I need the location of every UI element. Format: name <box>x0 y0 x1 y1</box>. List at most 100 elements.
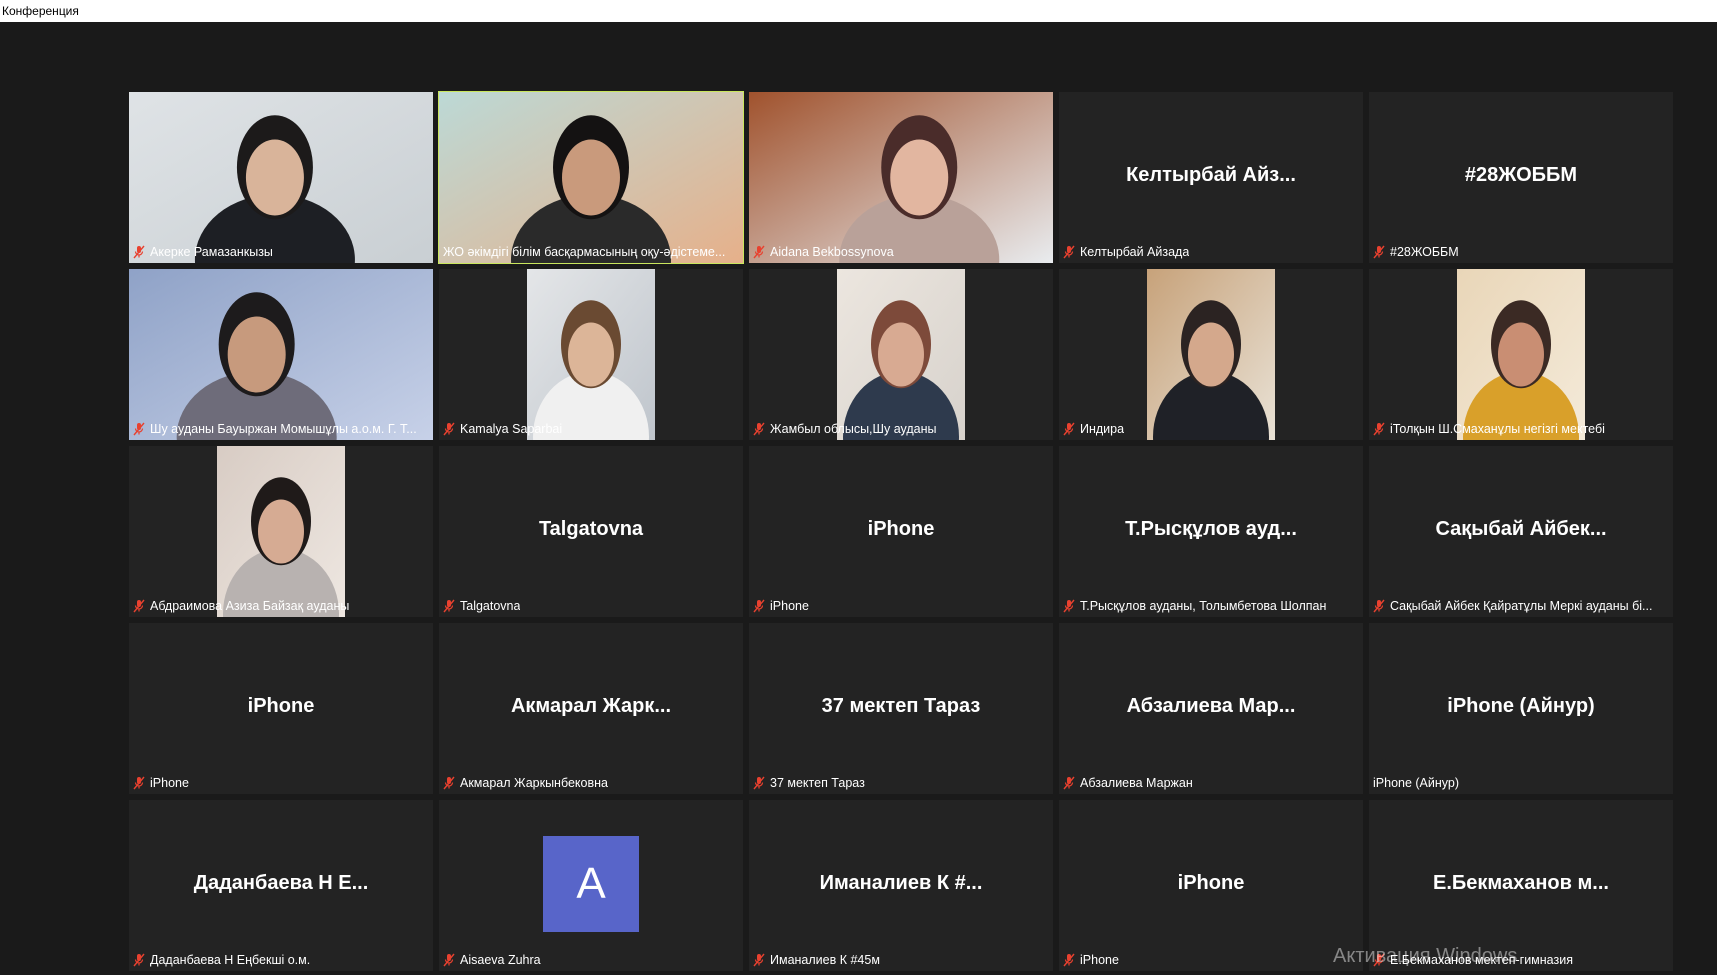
mic-muted-icon <box>133 599 145 613</box>
participant-tile[interactable]: Даданбаева Н Е... Даданбаева Н Еңбекші о.… <box>129 800 433 971</box>
participant-name-text: Шу ауданы Бауыржан Момышұлы а.о.м. Г. Т.… <box>150 422 417 436</box>
participant-name-label: Talgatovna <box>443 597 737 615</box>
participant-tile[interactable]: Келтырбай Айз... Келтырбай Айзада <box>1059 92 1363 263</box>
participant-name-text: Абзалиева Маржан <box>1080 776 1193 790</box>
participant-tile[interactable]: Индира <box>1059 269 1363 440</box>
participant-video <box>1147 269 1275 440</box>
participant-tile[interactable]: Акерке Рамазанкызы <box>129 92 433 263</box>
mic-muted-icon <box>1063 422 1075 436</box>
participant-name-label: ЖО әкімдігі білім басқармасының оқу-әдіс… <box>443 243 737 261</box>
participant-name-text: Даданбаева Н Еңбекші о.м. <box>150 953 311 967</box>
participant-display-name: #28ЖОББМ <box>1464 163 1578 186</box>
participant-tile[interactable]: Aidana Bekbossynova <box>749 92 1053 263</box>
participant-name-label: Абдраимова Азиза Байзақ ауданы <box>133 597 427 615</box>
participant-tile[interactable]: ЖО әкімдігі білім басқармасының оқу-әдіс… <box>438 91 744 264</box>
mic-muted-icon <box>753 599 765 613</box>
video-stage: Акерке Рамазанкызы ЖО әкімдігі білім басқ… <box>0 22 1717 975</box>
participant-name-text: Aidana Bekbossynova <box>770 245 894 259</box>
participant-display-name: Абзалиева Мар... <box>1126 694 1296 717</box>
participant-video <box>217 446 345 617</box>
participant-avatar: A <box>543 836 639 932</box>
mic-muted-icon <box>133 245 145 259</box>
participant-tile[interactable]: Жамбыл облысы,Шу ауданы <box>749 269 1053 440</box>
participant-video <box>527 269 655 440</box>
participant-name-label: Kamalya Saparbai <box>443 420 737 438</box>
mic-muted-icon <box>133 422 145 436</box>
participant-name-label: Жамбыл облысы,Шу ауданы <box>753 420 1047 438</box>
participant-tile[interactable]: Иманалиев К #... Иманалиев К #45м <box>749 800 1053 971</box>
window-title-bar: Конференция <box>0 0 1717 22</box>
participant-name-text: Kamalya Saparbai <box>460 422 563 436</box>
participant-name-label: іТолқын Ш.Смаханұлы негізгі мектебі <box>1373 420 1667 438</box>
participant-tile[interactable]: Т.Рысқұлов ауд... Т.Рысқұлов ауданы, Толы… <box>1059 446 1363 617</box>
participant-name-text: Индира <box>1080 422 1125 436</box>
participant-tile[interactable]: Kamalya Saparbai <box>439 269 743 440</box>
participant-name-label: #28ЖОББМ <box>1373 243 1667 261</box>
participant-name-label: iPhone (Айнур) <box>1373 774 1667 792</box>
mic-muted-icon <box>443 953 455 967</box>
participant-name-text: Сақыбай Айбек Қайратұлы Меркі ауданы бі.… <box>1390 599 1653 613</box>
participant-name-label: Иманалиев К #45м <box>753 951 1047 969</box>
participant-video <box>129 92 433 263</box>
participant-tile[interactable]: #28ЖОББМ #28ЖОББМ <box>1369 92 1673 263</box>
mic-muted-icon <box>1063 953 1075 967</box>
participant-name-text: Жамбыл облысы,Шу ауданы <box>770 422 937 436</box>
participant-name-label: Абзалиева Маржан <box>1063 774 1357 792</box>
participant-name-label: Акерке Рамазанкызы <box>133 243 427 261</box>
participant-name-label: iPhone <box>133 774 427 792</box>
participant-name-text: Акерке Рамазанкызы <box>150 245 273 259</box>
participant-grid: Акерке Рамазанкызы ЖО әкімдігі білім басқ… <box>129 91 1673 971</box>
mic-muted-icon <box>1063 245 1075 259</box>
participant-display-name: 37 мектеп Тараз <box>821 694 981 717</box>
participant-name-text: #28ЖОББМ <box>1390 245 1459 259</box>
participant-display-name: Сақыбай Айбек... <box>1435 517 1607 540</box>
participant-display-name: iPhone <box>247 694 315 717</box>
windows-activation-watermark: Активация Windows <box>1333 945 1518 967</box>
participant-name-label: Даданбаева Н Еңбекші о.м. <box>133 951 427 969</box>
participant-tile[interactable]: іТолқын Ш.Смаханұлы негізгі мектебі <box>1369 269 1673 440</box>
participant-tile[interactable]: Шу ауданы Бауыржан Момышұлы а.о.м. Г. Т.… <box>129 269 433 440</box>
participant-tile[interactable]: iPhone iPhone <box>749 446 1053 617</box>
participant-tile[interactable]: Акмарал Жарк... Акмарал Жаркынбековна <box>439 623 743 794</box>
participant-name-label: Т.Рысқұлов ауданы, Толымбетова Шолпан <box>1063 597 1357 615</box>
participant-name-label: Шу ауданы Бауыржан Момышұлы а.о.м. Г. Т.… <box>133 420 427 438</box>
participant-name-text: Акмарал Жаркынбековна <box>460 776 608 790</box>
participant-name-text: іТолқын Ш.Смаханұлы негізгі мектебі <box>1390 422 1605 436</box>
participant-tile[interactable]: Абдраимова Азиза Байзақ ауданы <box>129 446 433 617</box>
participant-tile[interactable]: Talgatovna Talgatovna <box>439 446 743 617</box>
mic-muted-icon <box>1063 599 1075 613</box>
participant-tile[interactable]: Абзалиева Мар... Абзалиева Маржан <box>1059 623 1363 794</box>
participant-name-text: ЖО әкімдігі білім басқармасының оқу-әдіс… <box>443 245 726 259</box>
mic-muted-icon <box>1373 599 1385 613</box>
participant-display-name: iPhone <box>867 517 935 540</box>
participant-tile[interactable]: iPhone iPhone <box>129 623 433 794</box>
participant-name-label: Келтырбай Айзада <box>1063 243 1357 261</box>
participant-display-name: Келтырбай Айз... <box>1126 163 1296 186</box>
participant-tile[interactable]: A Aisaeva Zuhra <box>439 800 743 971</box>
participant-name-text: Т.Рысқұлов ауданы, Толымбетова Шолпан <box>1080 599 1327 613</box>
participant-display-name: Е.Бекмаханов м... <box>1433 871 1609 894</box>
participant-name-label: iPhone <box>753 597 1047 615</box>
participant-name-text: 37 мектеп Тараз <box>770 776 865 790</box>
participant-name-text: Абдраимова Азиза Байзақ ауданы <box>150 599 350 613</box>
participant-name-label: Aidana Bekbossynova <box>753 243 1047 261</box>
participant-video <box>129 269 433 440</box>
participant-name-text: iPhone <box>1080 953 1119 967</box>
mic-muted-icon <box>753 422 765 436</box>
mic-muted-icon <box>133 953 145 967</box>
participant-tile[interactable]: Сақыбай Айбек... Сақыбай Айбек Қайратұлы … <box>1369 446 1673 617</box>
participant-tile[interactable]: iPhone (Айнур) iPhone (Айнур) <box>1369 623 1673 794</box>
participant-name-text: iPhone (Айнур) <box>1373 776 1460 790</box>
participant-name-text: iPhone <box>770 599 809 613</box>
participant-tile[interactable]: 37 мектеп Тараз 37 мектеп Тараз <box>749 623 1053 794</box>
participant-name-text: iPhone <box>150 776 189 790</box>
participant-name-label: iPhone <box>1063 951 1357 969</box>
participant-display-name: iPhone <box>1177 871 1245 894</box>
participant-tile[interactable]: iPhone iPhone <box>1059 800 1363 971</box>
mic-muted-icon <box>133 776 145 790</box>
mic-muted-icon <box>443 776 455 790</box>
mic-muted-icon <box>753 776 765 790</box>
participant-name-label: Индира <box>1063 420 1357 438</box>
participant-video <box>1457 269 1585 440</box>
participant-name-label: 37 мектеп Тараз <box>753 774 1047 792</box>
